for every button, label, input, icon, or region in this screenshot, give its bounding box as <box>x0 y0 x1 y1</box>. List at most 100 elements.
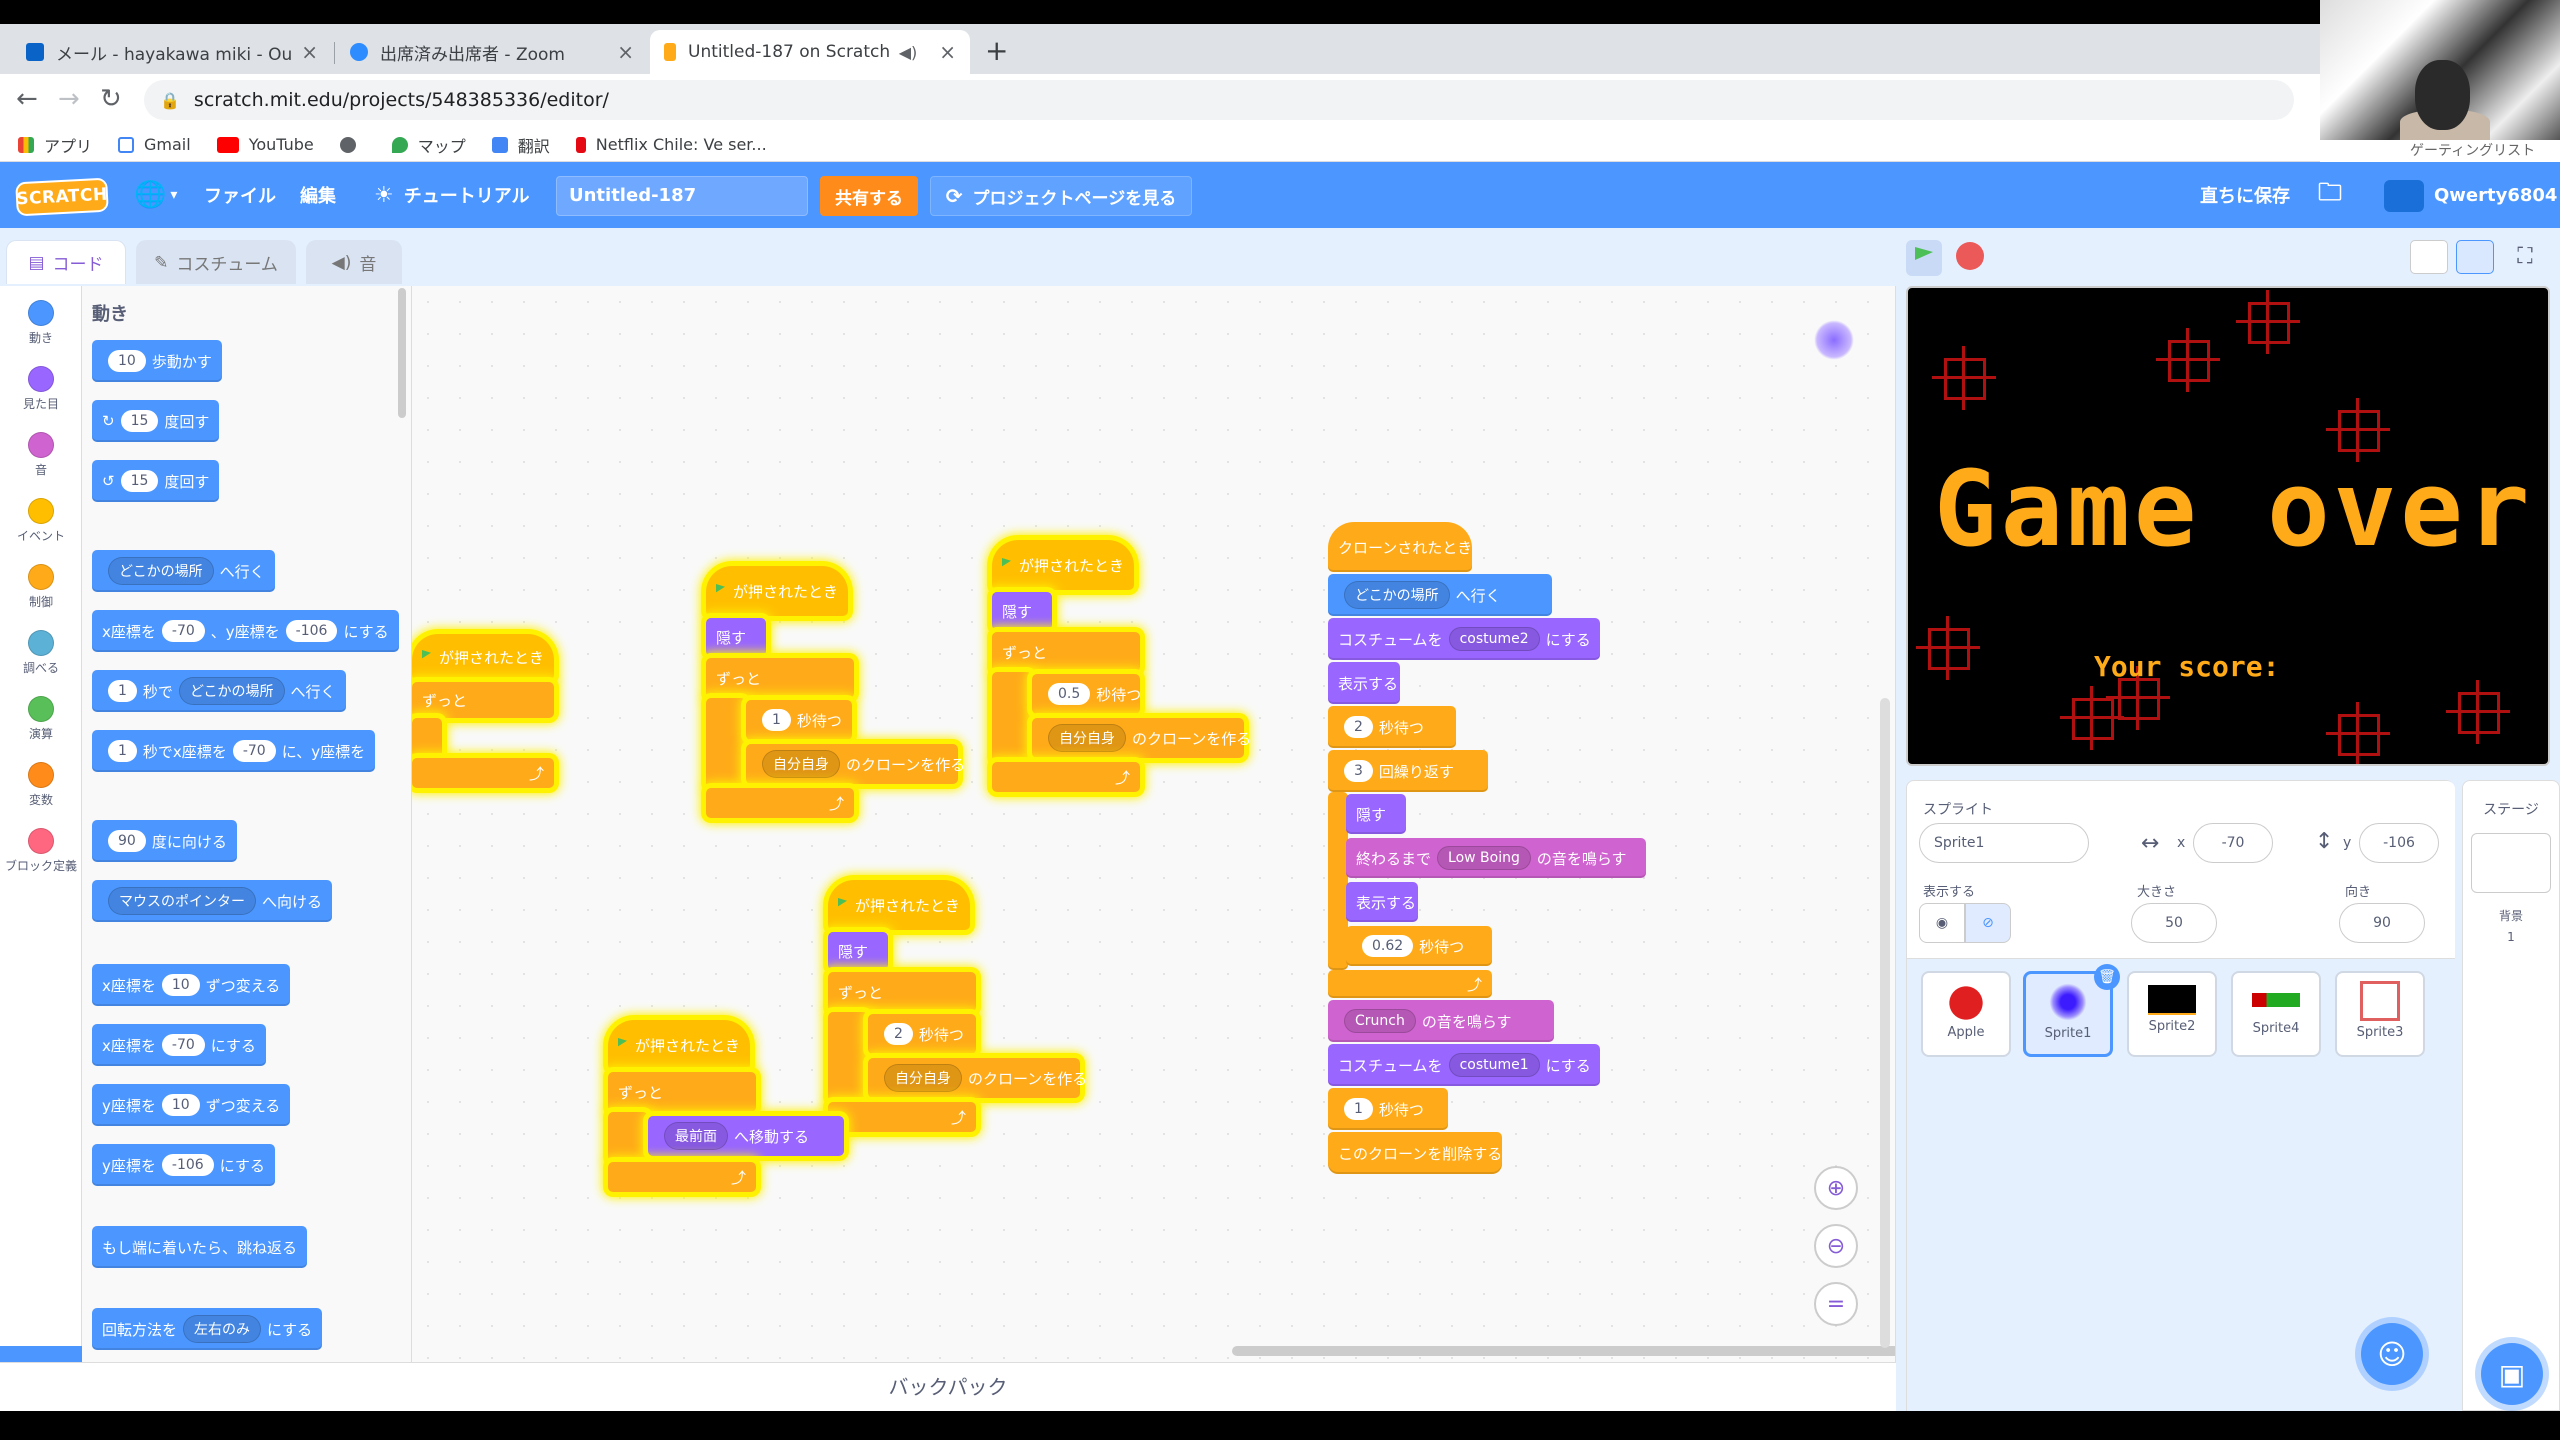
block-wait[interactable]: 0.5 秒待つ <box>1032 674 1141 714</box>
block-rotation-style[interactable]: 回転方法を 左右のみ にする <box>92 1308 323 1350</box>
block-bounce[interactable]: もし端に着いたら、跳ね返る <box>92 1226 308 1268</box>
choose-backdrop-button[interactable]: ▣ <box>2481 1343 2543 1405</box>
block-when-flag-clicked[interactable]: が押されたとき <box>992 540 1134 590</box>
category-sensing[interactable]: 調べる <box>0 630 82 676</box>
zoom-reset-icon[interactable]: = <box>1814 1282 1858 1326</box>
block-repeat[interactable]: 3 回繰り返す <box>1328 750 1488 792</box>
category-operators[interactable]: 演算 <box>0 696 82 742</box>
block-move-steps[interactable]: 10 歩動かす <box>92 340 222 382</box>
file-menu[interactable]: ファイル <box>204 162 276 228</box>
zoom-out-icon[interactable]: ⊖ <box>1814 1224 1858 1268</box>
bookmark-apps[interactable]: アプリ <box>18 133 92 157</box>
tab-zoom[interactable]: 出席済み出席者 - Zoom × <box>336 30 648 74</box>
delete-sprite-icon[interactable]: 🗑 <box>2094 964 2120 990</box>
x-input[interactable]: -70 <box>2193 823 2273 863</box>
sprite-tile-sprite1[interactable]: Sprite1 🗑 <box>2023 964 2120 1057</box>
normal-stage-button[interactable] <box>2456 240 2494 274</box>
block-start-sound[interactable]: Crunch の音を鳴らす <box>1328 1000 1554 1042</box>
block-when-flag-clicked[interactable]: が押されたとき <box>412 634 554 680</box>
block-go-to-front[interactable]: 最前面 へ移動する <box>648 1116 844 1156</box>
block-goto[interactable]: どこかの場所 へ行く <box>1328 574 1552 616</box>
block-when-flag-clicked[interactable]: が押されたとき <box>706 566 848 616</box>
block-switch-costume[interactable]: コスチュームを costume2 にする <box>1328 618 1600 660</box>
hide-sprite-eye-icon[interactable]: ⊘ <box>1965 903 2011 943</box>
block-forever[interactable]: ずっと <box>992 632 1140 672</box>
avatar[interactable] <box>2384 180 2424 212</box>
zoom-in-icon[interactable]: ⊕ <box>1814 1166 1858 1210</box>
show-sprite-eye-icon[interactable]: ◉ <box>1919 903 1965 943</box>
block-change-x[interactable]: x座標を 10 ずつ変える <box>92 964 291 1006</box>
block-set-x[interactable]: x座標を -70 にする <box>92 1024 266 1066</box>
block-forever[interactable]: ずっと <box>706 658 854 698</box>
close-icon[interactable]: × <box>939 40 956 64</box>
back-icon[interactable]: ← <box>16 84 38 114</box>
scratch-logo[interactable]: SCRATCH <box>15 177 109 217</box>
block-glide-xy[interactable]: 1 秒でx座標を -70 に、y座標を <box>92 730 376 772</box>
green-flag-button[interactable] <box>1906 240 1942 276</box>
tutorials-menu[interactable]: ☀ チュートリアル <box>374 162 530 228</box>
language-globe-icon[interactable]: 🌐 ▾ <box>134 162 177 228</box>
bookmark-gmail[interactable]: Gmail <box>118 135 191 154</box>
block-forever[interactable]: ずっと <box>608 1072 756 1112</box>
direction-input[interactable]: 90 <box>2339 903 2425 943</box>
tab-outlook[interactable]: メール - hayakawa miki - Outlook × <box>12 30 332 74</box>
forward-icon[interactable]: → <box>58 84 80 114</box>
block-glide-to[interactable]: 1 秒で どこかの場所 へ行く <box>92 670 346 712</box>
category-looks[interactable]: 見た目 <box>0 366 82 412</box>
new-tab-icon[interactable]: + <box>985 34 1008 67</box>
block-hide[interactable]: 隠す <box>992 592 1052 630</box>
bookmark-globe[interactable] <box>339 136 366 153</box>
block-hide[interactable]: 隠す <box>1346 794 1406 834</box>
see-project-page-button[interactable]: ⟳ プロジェクトページを見る <box>930 176 1192 216</box>
block-show[interactable]: 表示する <box>1328 662 1400 704</box>
block-create-clone[interactable]: 自分自身 のクローンを作る <box>868 1058 1087 1098</box>
block-forever[interactable]: ずっと <box>828 972 976 1012</box>
category-control[interactable]: 制御 <box>0 564 82 610</box>
folder-icon[interactable]: 🗀 <box>2318 162 2342 228</box>
fullscreen-icon[interactable]: ⛶ <box>2506 240 2544 274</box>
small-stage-button[interactable] <box>2410 240 2448 274</box>
block-turn-left[interactable]: ↺ 15 度回す <box>92 460 220 502</box>
size-input[interactable]: 50 <box>2131 903 2217 943</box>
sprite-tile-sprite3[interactable]: Sprite3 <box>2335 971 2425 1057</box>
block-point-towards[interactable]: マウスのポインター へ向ける <box>92 880 333 922</box>
category-my-blocks[interactable]: ブロック定義 <box>0 828 82 874</box>
block-when-clone-starts[interactable]: クローンされたとき <box>1328 522 1472 572</box>
palette-scrollbar[interactable] <box>398 288 406 418</box>
block-wait[interactable]: 1 秒待つ <box>746 700 852 740</box>
block-when-flag-clicked[interactable]: が押されたとき <box>828 880 970 930</box>
sprite-tile-apple[interactable]: Apple <box>1921 971 2011 1057</box>
sprite-tile-sprite4[interactable]: Sprite4 <box>2231 971 2321 1057</box>
stop-button[interactable] <box>1956 242 1984 270</box>
block-create-clone[interactable]: 自分自身 のクローンを作る <box>746 744 965 784</box>
close-icon[interactable]: × <box>617 40 634 64</box>
block-hide[interactable]: 隠す <box>706 618 766 656</box>
project-title-input[interactable]: Untitled-187 <box>556 176 808 216</box>
edit-menu[interactable]: 編集 <box>300 162 336 228</box>
bookmark-translate[interactable]: 翻訳 <box>491 133 550 157</box>
block-turn-right[interactable]: ↻ 15 度回す <box>92 400 220 442</box>
block-wait[interactable]: 2 秒待つ <box>868 1014 976 1054</box>
code-workspace[interactable]: が押されたとき ずっと ⤴ が押されたとき 隠す ずっと 1 秒待つ 自分自身 のク… <box>412 286 1896 1362</box>
bookmark-maps[interactable]: マップ <box>391 133 466 157</box>
y-input[interactable]: -106 <box>2359 823 2439 863</box>
stage-target-pane[interactable]: ステージ 背景 1 ▣ <box>2462 780 2560 1411</box>
tab-sounds[interactable]: ◀) 音 <box>306 240 402 284</box>
share-button[interactable]: 共有する <box>820 176 918 216</box>
block-wait[interactable]: 1 秒待つ <box>1328 1088 1448 1130</box>
block-set-y[interactable]: y座標を -106 にする <box>92 1144 275 1186</box>
sprite-tile-sprite2[interactable]: Sprite2 <box>2127 971 2217 1057</box>
vertical-scrollbar[interactable] <box>1880 698 1890 1348</box>
url-input[interactable]: 🔒 scratch.mit.edu/projects/548385336/edi… <box>144 80 2294 120</box>
username-menu[interactable]: Qwerty6804▾ <box>2434 162 2560 228</box>
category-sound[interactable]: 音 <box>0 432 82 478</box>
block-show[interactable]: 表示する <box>1346 882 1418 922</box>
block-when-flag-clicked[interactable]: が押されたとき <box>608 1020 750 1070</box>
block-play-sound-until-done[interactable]: 終わるまで Low Boing の音を鳴らす <box>1346 838 1646 878</box>
category-motion[interactable]: 動き <box>0 300 82 346</box>
backpack[interactable]: バックパック <box>0 1362 1896 1411</box>
block-change-y[interactable]: y座標を 10 ずつ変える <box>92 1084 291 1126</box>
speaker-icon[interactable]: ◀) <box>899 43 918 62</box>
block-wait[interactable]: 0.62 秒待つ <box>1346 926 1492 966</box>
block-goto[interactable]: どこかの場所 へ行く <box>92 550 275 592</box>
